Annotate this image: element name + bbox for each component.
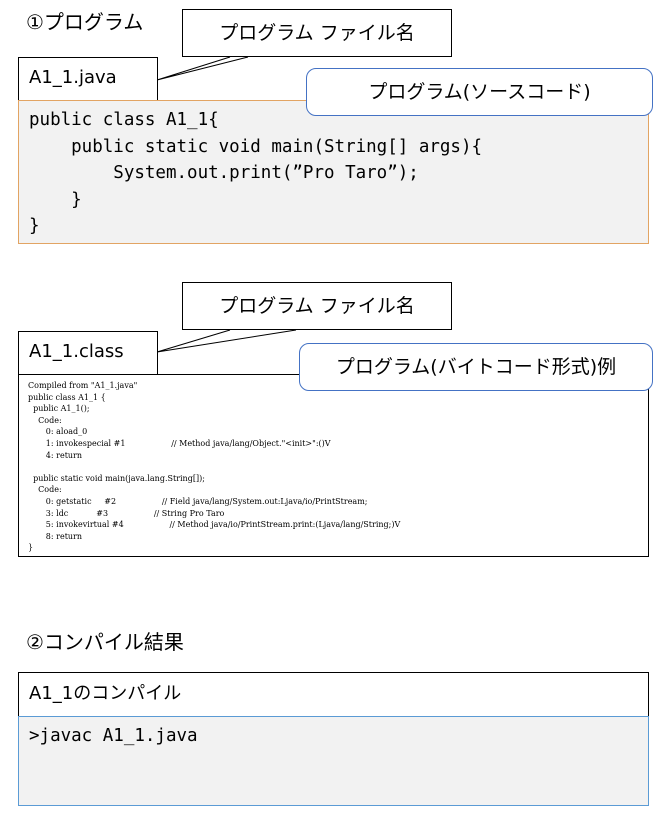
source-code: public class A1_1{ public static void ma…: [29, 110, 483, 236]
bytecode-panel: Compiled from "A1_1.java" public class A…: [18, 374, 649, 557]
tab-java-file[interactable]: A1_1.java: [18, 57, 158, 100]
filename-callout-2: プログラム ファイル名: [182, 282, 452, 330]
source-code-panel: public class A1_1{ public static void ma…: [18, 100, 649, 244]
compile-command: >javac A1_1.java: [29, 726, 198, 746]
section3-heading: ②コンパイル結果: [26, 630, 184, 654]
filename-callout-1: プログラム ファイル名: [182, 9, 452, 57]
terminal-panel: >javac A1_1.java: [18, 716, 649, 806]
source-code-callout: プログラム(ソースコード): [306, 68, 653, 116]
tab-compile[interactable]: A1_1のコンパイル: [18, 672, 649, 716]
bytecode-callout: プログラム(バイトコード形式)例: [299, 343, 653, 391]
bytecode: Compiled from "A1_1.java" public class A…: [28, 381, 401, 553]
tab-class-file[interactable]: A1_1.class: [18, 331, 158, 374]
